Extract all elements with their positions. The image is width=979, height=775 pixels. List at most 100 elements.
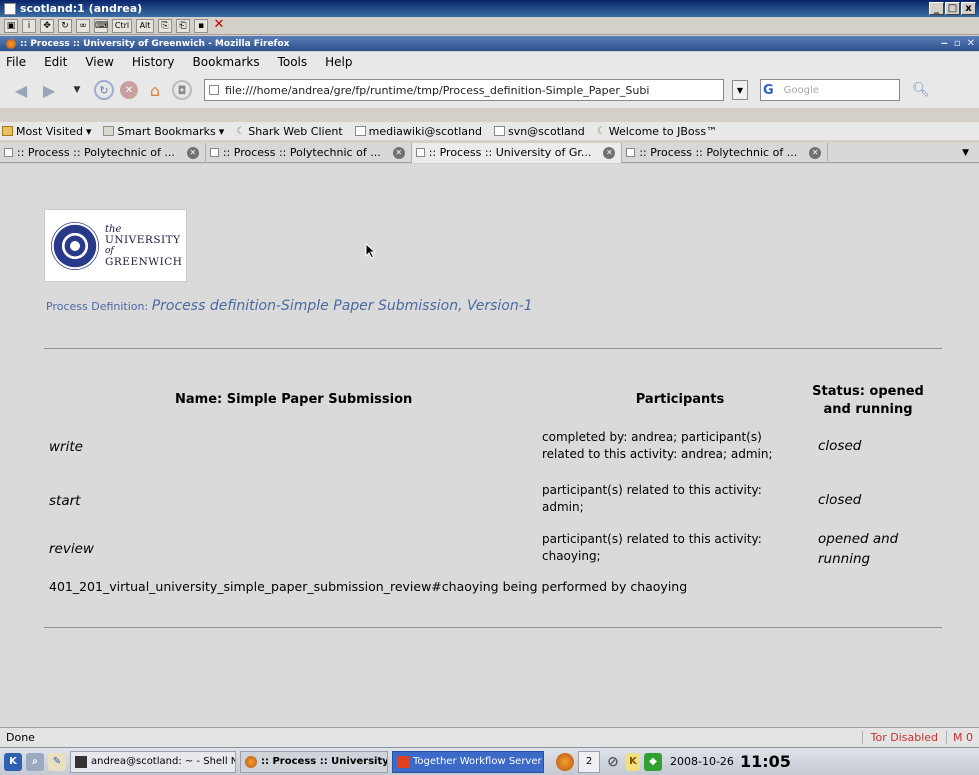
activity-start: start: [49, 493, 81, 509]
stop-icon[interactable]: ✕: [120, 81, 138, 99]
keyboard-icon[interactable]: ⌨: [94, 18, 108, 33]
tab-1[interactable]: :: Process :: Polytechnic of ... ✕: [0, 142, 206, 163]
participants-header: Participants: [635, 392, 725, 407]
save-icon[interactable]: ▪: [194, 18, 208, 33]
process-definition-label: Process Definition:: [46, 300, 149, 313]
bookmark-shark-web-client[interactable]: ☾ Shark Web Client: [236, 125, 342, 138]
participants-line: admin;: [542, 500, 584, 514]
status-line: opened and: [818, 531, 899, 547]
minimize-button[interactable]: _: [929, 2, 944, 15]
menu-edit[interactable]: Edit: [44, 55, 67, 69]
firefox-title-bar: :: Process :: University of Greenwich - …: [0, 36, 979, 51]
status-line: running: [818, 551, 871, 567]
menu-view[interactable]: View: [85, 55, 113, 69]
firefox-title: :: Process :: University of Greenwich - …: [20, 38, 290, 49]
clock-date: 2008-10-26: [670, 755, 734, 768]
bookmark-label: Shark Web Client: [248, 124, 343, 138]
bookmark-most-visited[interactable]: Most Visited ▾: [2, 125, 91, 138]
kde-menu-icon[interactable]: K: [4, 752, 22, 771]
task-firefox[interactable]: :: Process :: University of Gr: [240, 750, 388, 773]
launcher-icon[interactable]: ✎: [48, 752, 66, 771]
participants-line: participant(s) related to this activity:: [542, 483, 762, 497]
reload-icon[interactable]: ↻: [94, 80, 114, 100]
info-icon[interactable]: i: [22, 18, 36, 33]
search-icon[interactable]: ⌕: [26, 752, 44, 771]
task-shell[interactable]: andrea@scotland: ~ - Shell No.: [70, 750, 236, 773]
search-engine-icon[interactable]: G: [763, 83, 774, 98]
close-tab-icon[interactable]: ✕: [186, 146, 199, 159]
task-together-workflow[interactable]: Together Workflow Server Adr: [392, 750, 544, 773]
tab-4[interactable]: :: Process :: Polytechnic of ... ✕: [622, 142, 829, 163]
terminal-icon: [75, 755, 87, 768]
participants-line: participant(s) related to this activity:: [542, 532, 762, 546]
firefox-icon: [245, 755, 257, 768]
refresh-icon[interactable]: ↻: [58, 18, 72, 33]
name-header: Name: Simple Paper Submission: [175, 392, 413, 407]
url-text: file:///home/andrea/gre/fp/runtime/tmp/P…: [225, 83, 650, 97]
task-label: andrea@scotland: ~ - Shell No.: [91, 756, 236, 767]
participants-start: participant(s) related to this activity:…: [542, 482, 802, 516]
keys-icon[interactable]: ∞: [76, 18, 90, 33]
bookmark-smart-bookmarks[interactable]: Smart Bookmarks ▾: [103, 125, 224, 138]
activity-review: review: [49, 541, 94, 557]
tab-2[interactable]: :: Process :: Polytechnic of ... ✕: [206, 142, 412, 163]
update-icon[interactable]: ◆: [644, 752, 662, 771]
vnc-title-bar: scotland:1 (andrea) _ □ x: [0, 0, 979, 17]
url-dropdown-icon[interactable]: ▼: [732, 80, 748, 100]
logo-of: of: [105, 245, 114, 256]
close-tab-icon[interactable]: ✕: [392, 146, 405, 159]
back-icon[interactable]: ◀: [10, 79, 32, 101]
vnc-window-controls: _ □ x: [929, 2, 976, 15]
menu-file[interactable]: File: [6, 55, 26, 69]
ctrl-button[interactable]: Ctrl: [112, 18, 132, 33]
options-icon[interactable]: ▣: [4, 18, 18, 33]
klipper-icon[interactable]: K: [626, 752, 640, 771]
firefox-tray-icon[interactable]: [556, 752, 574, 771]
ff-restore-button[interactable]: ▫: [954, 38, 961, 49]
tab-list-icon[interactable]: ▼: [962, 148, 969, 158]
forward-icon[interactable]: ▶: [38, 79, 60, 101]
ff-close-button[interactable]: ✕: [967, 38, 975, 49]
history-dropdown-icon[interactable]: ▼: [66, 79, 88, 101]
menu-history[interactable]: History: [132, 55, 175, 69]
search-icon[interactable]: 🔍︎: [912, 82, 930, 98]
desktop-pager[interactable]: 2: [578, 750, 600, 773]
clock[interactable]: 2008-10-26 11:05: [670, 752, 791, 771]
status-header-line2: and running: [823, 402, 913, 417]
alt-button[interactable]: Alt: [136, 18, 154, 33]
menu-bookmarks[interactable]: Bookmarks: [193, 55, 260, 69]
divider-bottom: [44, 627, 942, 628]
menu-tools[interactable]: Tools: [278, 55, 308, 69]
disconnect-icon[interactable]: ✕: [212, 18, 226, 33]
close-button[interactable]: x: [961, 2, 976, 15]
page-icon: [415, 148, 425, 157]
paste-icon[interactable]: ⎗: [176, 18, 190, 33]
menu-help[interactable]: Help: [325, 55, 352, 69]
activity-note: 401_201_virtual_university_simple_paper_…: [49, 579, 688, 594]
fullscreen-icon[interactable]: ✥: [40, 18, 54, 33]
page-icon: [493, 126, 505, 136]
search-input[interactable]: G Google: [760, 79, 900, 101]
home-icon[interactable]: ⌂: [144, 79, 166, 101]
close-tab-icon[interactable]: ✕: [603, 146, 616, 159]
url-bar[interactable]: file:///home/andrea/gre/fp/runtime/tmp/P…: [204, 79, 724, 101]
lock-icon[interactable]: ◘: [172, 80, 192, 100]
logo-greenwich: GREENWICH: [105, 255, 183, 268]
tor-status[interactable]: Tor Disabled: [861, 731, 946, 744]
bookmark-mediawiki[interactable]: mediawiki@scotland: [354, 124, 482, 138]
ff-minimize-button[interactable]: ‒: [941, 38, 948, 49]
bookmark-label: mediawiki@scotland: [368, 124, 482, 138]
gmail-notifier[interactable]: M 0: [946, 731, 979, 744]
status-text: Done: [6, 731, 35, 744]
logo-university: UNIVERSITY: [105, 233, 181, 246]
maximize-button[interactable]: □: [945, 2, 960, 15]
tab-label: :: Process :: Polytechnic of ...: [17, 146, 175, 159]
close-tab-icon[interactable]: ✕: [809, 146, 822, 159]
status-review: opened and running: [818, 529, 898, 569]
bookmark-jboss[interactable]: ☾ Welcome to JBoss™: [597, 125, 717, 138]
network-disabled-icon[interactable]: ⊘: [604, 753, 622, 771]
workflow-icon: [397, 755, 409, 768]
copy-icon[interactable]: ⎘: [158, 18, 172, 33]
bookmark-svn[interactable]: svn@scotland: [493, 125, 585, 138]
tab-3[interactable]: :: Process :: University of Gr... ✕: [411, 142, 623, 163]
